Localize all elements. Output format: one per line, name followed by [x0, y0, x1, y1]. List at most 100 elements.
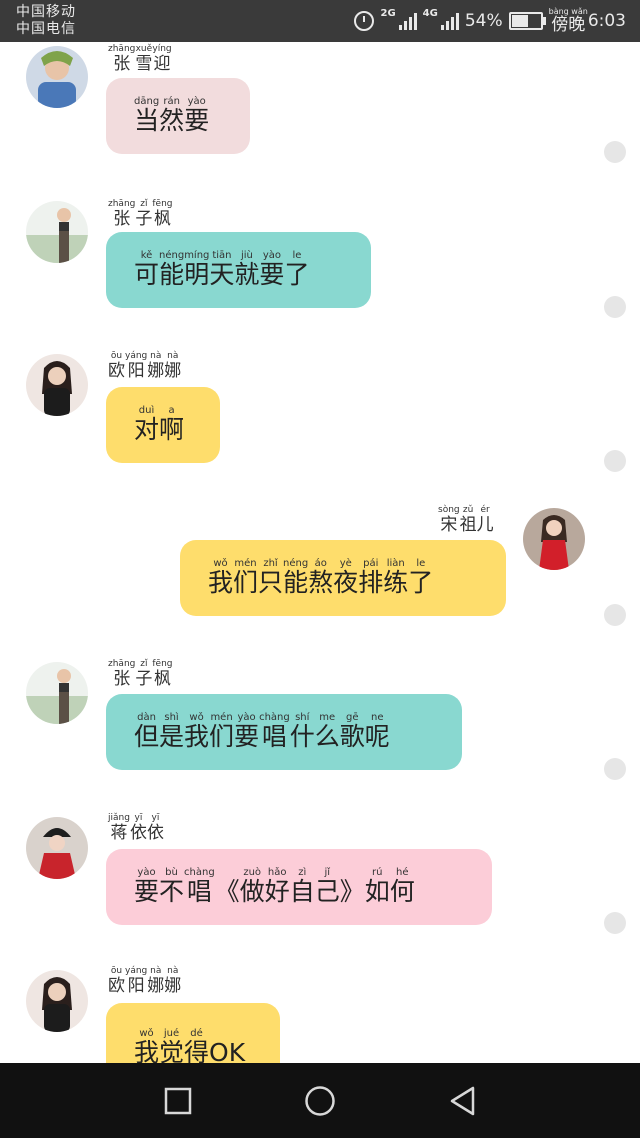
pinyin-annotation: rán — [159, 95, 185, 107]
pinyin-annotation: jǐ — [314, 866, 340, 878]
ruby-char: 们mén — [233, 557, 259, 597]
battery-percent: 54% — [464, 11, 503, 31]
ruby-char: 唱chàng — [184, 866, 215, 906]
ruby-char: 就jiù — [234, 249, 260, 289]
avatar[interactable] — [26, 662, 88, 724]
message-bubble[interactable]: 可kě能néng明míng天tiān就jiù要yào了le — [106, 232, 371, 308]
pinyin-annotation — [209, 1028, 245, 1039]
pinyin-annotation: nà — [147, 966, 165, 976]
back-button[interactable] — [422, 1063, 502, 1138]
ruby-char: 张zhāng — [108, 659, 136, 689]
battery-icon — [508, 12, 546, 30]
clock-time: 6:03 — [587, 11, 626, 31]
avatar[interactable] — [26, 970, 88, 1032]
ruby-char: 《 — [215, 877, 240, 906]
message-bubble[interactable]: 但dàn是shì我wǒ们mén要yào唱chàng什shí么me歌gē呢ne — [106, 694, 462, 770]
avatar[interactable] — [523, 508, 585, 570]
scroll-dot — [604, 296, 626, 318]
signal-icon — [398, 12, 417, 30]
pinyin-annotation: shí — [289, 711, 315, 723]
sender-name: 欧ōu阳yáng娜nà娜nà — [108, 966, 181, 996]
pinyin-annotation: zǐ — [135, 659, 153, 669]
recent-apps-button[interactable] — [138, 1063, 218, 1138]
pinyin-annotation: néng — [283, 557, 309, 569]
ruby-char: 子zǐ — [135, 199, 153, 229]
pinyin-annotation: zǔ — [459, 505, 477, 515]
message-text: 对duì啊a — [134, 405, 184, 446]
ruby-char: 要yào — [134, 866, 160, 906]
ruby-char: 蒋jiǎng — [108, 813, 130, 843]
avatar[interactable] — [26, 817, 88, 879]
signal-icon — [440, 12, 459, 30]
carrier-1: 中国移动 — [16, 4, 76, 20]
ruby-char: 做zuò — [239, 866, 265, 906]
sender-name: 蒋jiǎng依yī依yī — [108, 813, 164, 843]
pinyin-annotation: shì — [159, 711, 185, 723]
message-text: 当dāng然rán要yào — [134, 96, 209, 137]
pinyin-annotation: dāng — [134, 95, 160, 107]
ruby-char: 只zhǐ — [258, 557, 284, 597]
ruby-char: 我wǒ — [208, 557, 234, 597]
pinyin-annotation: pái — [358, 557, 384, 569]
avatar[interactable] — [26, 46, 88, 108]
sender-name: 张zhāng子zǐ枫fēng — [108, 659, 173, 689]
message-text: 我wǒ们mén只zhǐ能néng熬áo夜yè排pái练liàn了le — [208, 558, 433, 599]
ruby-char: 子zǐ — [135, 659, 153, 689]
ruby-char: 张zhāng — [108, 199, 136, 229]
pinyin-annotation — [340, 867, 365, 878]
ruby-char: 阳yáng — [125, 351, 148, 381]
message-text: 要yào不bù唱chàng《 做zuò好hǎo自zì己jǐ》 如rú何hé — [134, 867, 415, 908]
ruby-char: 娜nà — [164, 351, 182, 381]
ruby-char: 练liàn — [383, 557, 409, 597]
pinyin-annotation: yī — [129, 813, 147, 823]
sender-name: 宋sòng祖zǔ儿ér — [438, 505, 494, 535]
pinyin-annotation: hǎo — [264, 866, 290, 878]
carrier-2: 中国电信 — [16, 21, 76, 37]
ruby-char: 如rú — [364, 866, 390, 906]
ruby-char: 对duì — [134, 404, 160, 444]
pinyin-annotation: zì — [289, 866, 315, 878]
avatar[interactable] — [26, 201, 88, 263]
pinyin-annotation: ōu — [108, 966, 125, 976]
ruby-char: 什shí — [289, 711, 315, 751]
ruby-char: 自zì — [289, 866, 315, 906]
ruby-char: 明míng — [184, 249, 210, 289]
pinyin-annotation: nà — [164, 351, 182, 361]
ruby-char: 天tiān — [209, 249, 235, 289]
pinyin-annotation: mén — [209, 711, 235, 723]
message-text: 可kě能néng明míng天tiān就jiù要yào了le — [134, 250, 309, 291]
circle-icon — [305, 1085, 335, 1116]
pinyin-annotation: zhāng — [108, 199, 136, 209]
avatar[interactable] — [26, 354, 88, 416]
home-button[interactable] — [280, 1063, 360, 1138]
pinyin-annotation: liàn — [383, 557, 409, 569]
pinyin-annotation: le — [284, 249, 310, 261]
pinyin-annotation: me — [314, 711, 340, 723]
alarm-icon — [354, 11, 375, 31]
pinyin-annotation: yè — [333, 557, 359, 569]
message-bubble[interactable]: 要yào不bù唱chàng《 做zuò好hǎo自zì己jǐ》 如rú何hé — [106, 849, 492, 925]
scroll-dot — [604, 450, 626, 472]
pinyin-annotation: duì — [134, 404, 159, 416]
ruby-char: 枫fēng — [152, 659, 173, 689]
pinyin-annotation: ōu — [108, 351, 125, 361]
pinyin-annotation: fēng — [152, 659, 173, 669]
message-text: 但dàn是shì我wǒ们mén要yào唱chàng什shí么me歌gē呢ne — [134, 712, 390, 753]
pinyin-annotation: nà — [147, 351, 165, 361]
pinyin-annotation: yào — [134, 866, 160, 878]
ruby-char: 呢ne — [364, 711, 390, 751]
scroll-dot — [604, 758, 626, 780]
pinyin-annotation: yáng — [125, 351, 148, 361]
message-bubble[interactable]: 当dāng然rán要yào — [106, 78, 250, 154]
pinyin-annotation: a — [159, 404, 185, 416]
ruby-char: 儿ér — [476, 505, 494, 535]
ruby-char: 阳yáng — [125, 966, 148, 996]
ruby-char: 了le — [408, 557, 434, 597]
message-bubble[interactable]: 对duì啊a — [106, 387, 220, 463]
pinyin-annotation: wǒ — [184, 711, 210, 723]
ruby-char: 当dāng — [134, 95, 160, 135]
message-bubble[interactable]: 我wǒ们mén只zhǐ能néng熬áo夜yè排pái练liàn了le — [180, 540, 506, 616]
ruby-char: 但dàn — [134, 711, 160, 751]
pinyin-annotation: wǒ — [208, 557, 234, 569]
ruby-char: 可kě — [134, 249, 160, 289]
